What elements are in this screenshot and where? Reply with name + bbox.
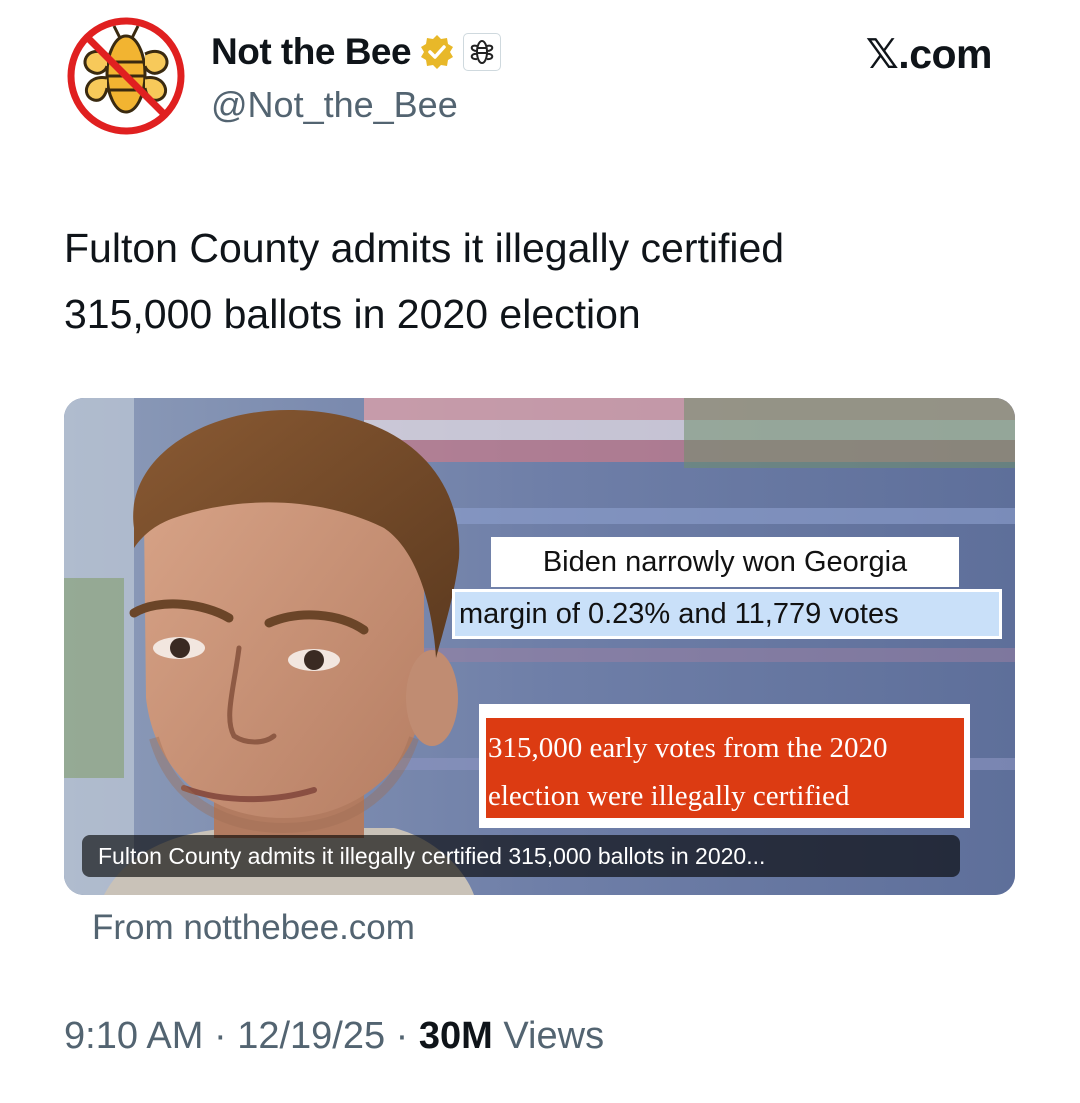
- card-caption: Fulton County admits it illegally certif…: [82, 835, 960, 877]
- author-handle[interactable]: @Not_the_Bee: [211, 84, 458, 126]
- bee-in-no-symbol-icon: [66, 16, 186, 136]
- site-label: 𝕏.com: [865, 31, 993, 77]
- views-count: 30M: [418, 1015, 493, 1057]
- card-callout-margin: margin of 0.23% and 11,779 votes: [452, 589, 1002, 639]
- meta-separator: ·: [385, 1015, 419, 1057]
- verified-badge-icon[interactable]: [419, 34, 455, 70]
- affiliate-logo-icon[interactable]: [463, 33, 502, 71]
- card-source-link[interactable]: From notthebee.com: [92, 908, 415, 948]
- tweet-date[interactable]: 12/19/25: [237, 1015, 385, 1057]
- tweet-meta: 9:10 AM · 12/19/25 · 30M Views: [64, 1015, 604, 1058]
- avatar[interactable]: [64, 14, 188, 138]
- meta-separator: ·: [203, 1015, 238, 1057]
- tweet-text: Fulton County admits it illegally certif…: [64, 215, 1014, 347]
- card-red-callout-fill: 315,000 early votes from the 2020 electi…: [486, 718, 964, 818]
- views-label: Views: [492, 1015, 605, 1057]
- card-red-callout-line-1: 315,000 early votes from the 2020: [488, 732, 888, 764]
- card-red-callout-line-2: election were illegally certified: [488, 780, 850, 812]
- author-name-row: Not the Bee: [211, 30, 502, 74]
- tweet-text-line-1: Fulton County admits it illegally certif…: [64, 225, 785, 271]
- author-display-name[interactable]: Not the Bee: [211, 31, 412, 73]
- card-red-callout: 315,000 early votes from the 2020 electi…: [479, 704, 970, 828]
- card-callout-headline: Biden narrowly won Georgia: [491, 537, 959, 587]
- link-card[interactable]: Biden narrowly won Georgia margin of 0.2…: [64, 398, 1015, 895]
- tweet-time[interactable]: 9:10 AM: [64, 1015, 203, 1057]
- tweet-text-line-2: 315,000 ballots in 2020 election: [64, 291, 641, 337]
